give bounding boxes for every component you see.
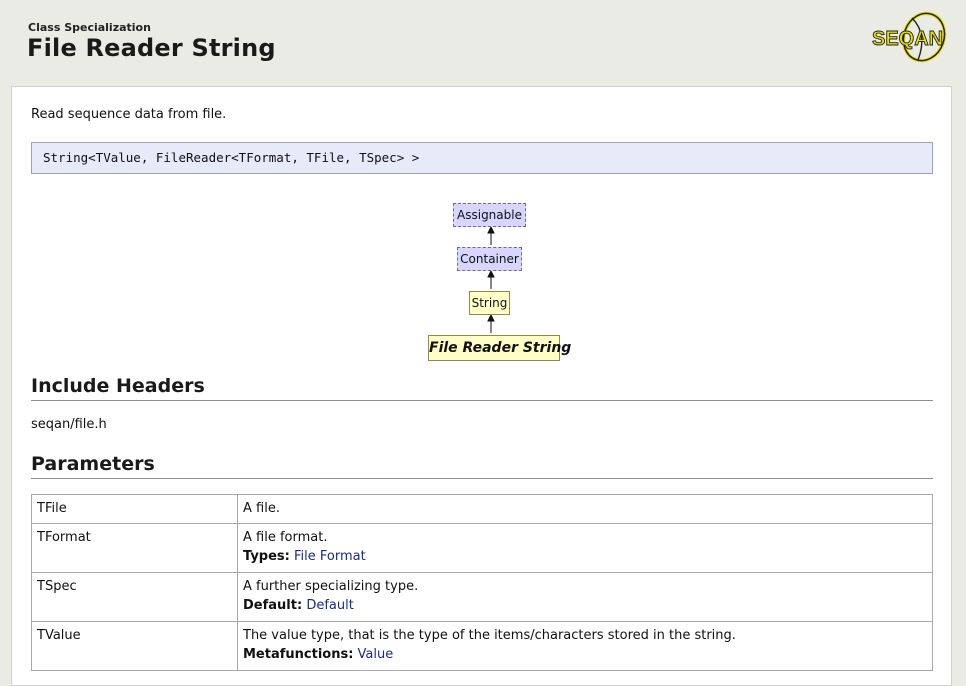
content-card: Read sequence data from file. String<TVa… [11,86,952,686]
hierarchy-node-container[interactable]: Container [457,247,522,271]
logo-text: SEQAN [872,28,943,50]
value-link[interactable]: Value [358,647,394,662]
param-description: A file format. Types: File Format [237,523,933,573]
param-name: TSpec [31,572,238,622]
param-meta: Types: File Format [243,549,366,564]
seqan-logo[interactable]: SEQAN [868,10,952,64]
param-name: TFile [31,494,238,524]
signature-code-box: String<TValue, FileReader<TFormat, TFile… [31,142,933,174]
table-row: TSpec A further specializing type. Defau… [31,572,933,622]
hierarchy-node-assignable[interactable]: Assignable [453,203,526,227]
table-row: TValue The value type, that is the type … [31,621,933,671]
param-description: The value type, that is the type of the … [237,621,933,671]
param-meta: Default: Default [243,598,354,613]
arrowhead-icon [487,269,495,278]
hierarchy-node-string[interactable]: String [469,291,510,315]
include-headers-heading: Include Headers [31,375,933,401]
table-row: TFile A file. [31,494,933,524]
default-link[interactable]: Default [306,598,354,613]
page-header: Class Specialization File Reader String … [0,0,966,86]
page-kind: Class Specialization [28,21,151,34]
parameters-heading: Parameters [31,453,933,479]
param-description: A file. [237,494,933,524]
include-header-value: seqan/file.h [31,417,107,432]
param-meta: Metafunctions: Value [243,647,394,662]
file-format-link[interactable]: File Format [294,549,366,564]
hierarchy-node-current: File Reader String [428,335,571,361]
param-name: TFormat [31,523,238,573]
arrowhead-icon [487,313,495,322]
table-row: TFormat A file format. Types: File Forma… [31,523,933,573]
parameters-table: TFile A file. TFormat A file format. Typ… [31,494,933,671]
page-title: File Reader String [27,34,276,62]
summary-text: Read sequence data from file. [31,107,227,122]
param-name: TValue [31,621,238,671]
param-description: A further specializing type. Default: De… [237,572,933,622]
arrowhead-icon [487,225,495,234]
hierarchy-edges [487,225,495,333]
